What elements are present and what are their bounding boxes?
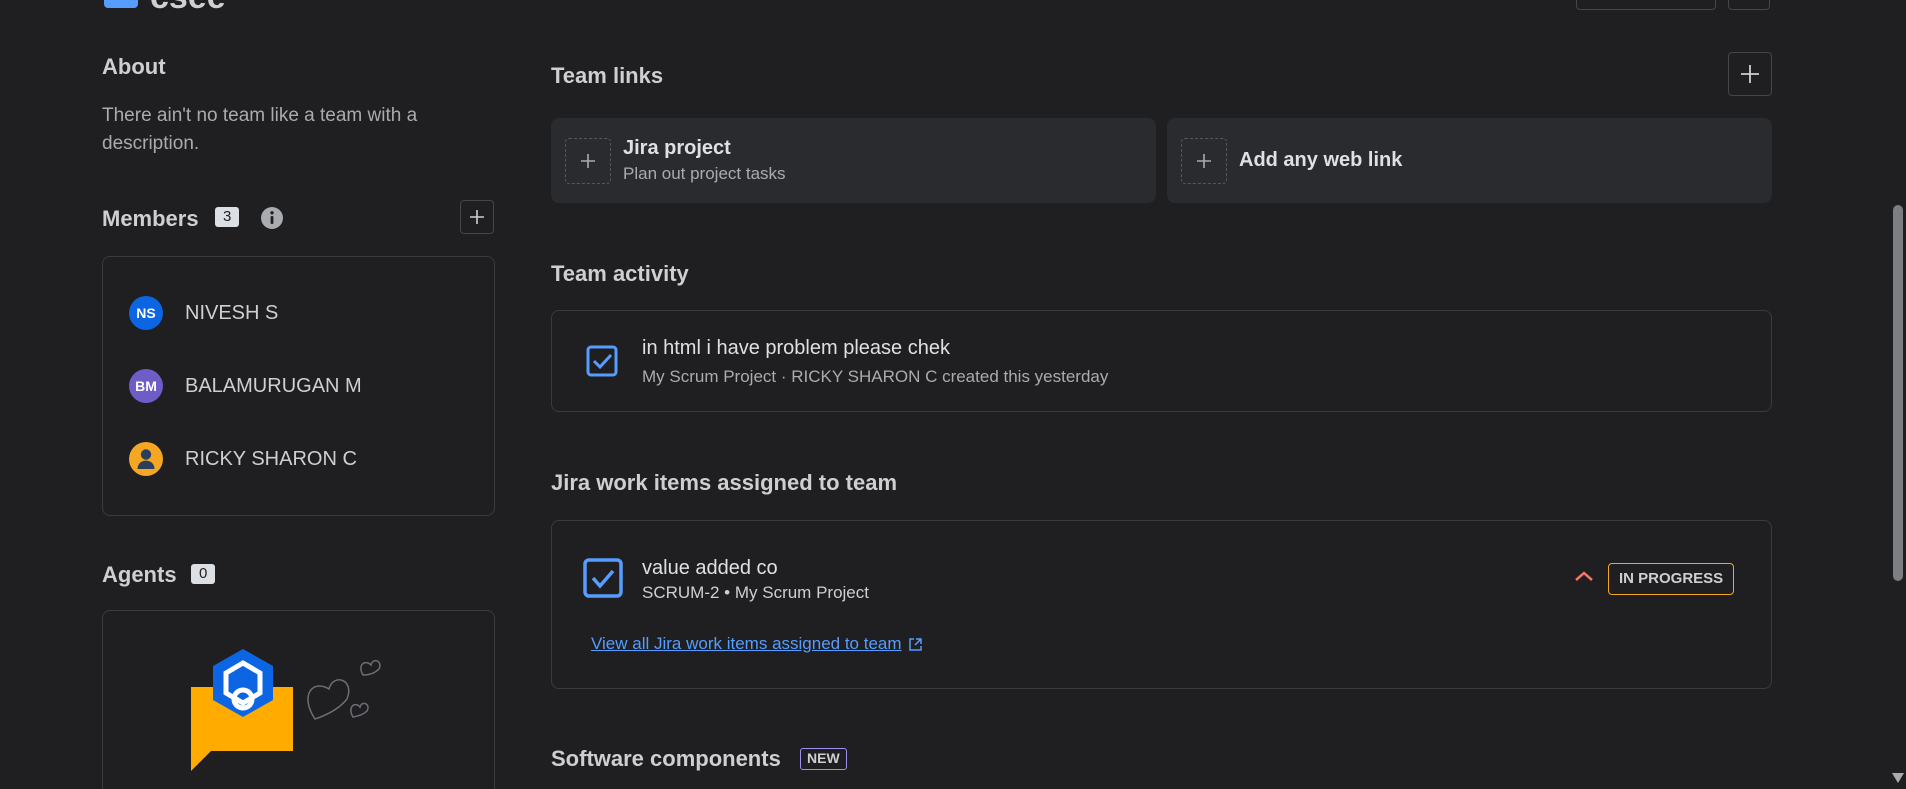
scroll-down-arrow-icon[interactable] [1891, 772, 1905, 784]
avatar [129, 442, 163, 476]
jira-project-link-card[interactable]: Jira project Plan out project tasks [551, 118, 1156, 203]
agent-illustration-icon [191, 649, 381, 771]
member-name: NIVESH S [185, 301, 279, 324]
work-items-heading: Jira work items assigned to team [551, 470, 898, 495]
plus-icon [565, 137, 611, 184]
task-checkbox-icon [583, 558, 623, 598]
avatar: NS [129, 296, 163, 330]
view-all-work-items-link[interactable]: View all Jira work items assigned to tea… [591, 634, 923, 654]
task-checkbox-icon [586, 345, 618, 377]
avatar: BM [129, 369, 163, 403]
link-card-title: Jira project [623, 137, 731, 159]
about-description[interactable]: There ain't no team like a team with a d… [102, 102, 462, 158]
agents-heading: Agents [102, 562, 177, 587]
members-heading: Members [102, 206, 199, 231]
add-web-link-card[interactable]: Add any web link [1167, 118, 1772, 203]
scrollbar-thumb[interactable] [1893, 205, 1903, 581]
work-items-card: value added co SCRUM-2 • My Scrum Projec… [551, 520, 1772, 689]
add-team-link-button[interactable] [1728, 52, 1772, 96]
team-links-heading: Team links [551, 63, 664, 88]
add-member-button[interactable] [460, 200, 494, 234]
agents-empty-state [102, 610, 495, 789]
member-name: RICKY SHARON C [185, 447, 357, 470]
work-item-meta: SCRUM-2 • My Scrum Project [642, 583, 869, 602]
work-item-title[interactable]: value added co [642, 557, 778, 580]
plus-icon [1181, 137, 1227, 184]
software-components-heading: Software components [551, 746, 781, 771]
new-badge: NEW [800, 748, 847, 770]
team-logo-icon [104, 0, 138, 8]
member-item[interactable]: BM BALAMURUGAN M [129, 368, 362, 404]
activity-title[interactable]: in html i have problem please chek [642, 337, 950, 360]
view-all-label: View all Jira work items assigned to tea… [591, 634, 902, 653]
user-icon [137, 449, 155, 469]
status-lozenge[interactable]: IN PROGRESS [1608, 563, 1735, 595]
members-count-badge: 3 [215, 207, 240, 227]
activity-meta: My Scrum Project · RICKY SHARON C create… [642, 367, 1109, 386]
about-heading: About [102, 54, 166, 79]
team-activity-heading: Team activity [551, 261, 689, 286]
header-action-button[interactable] [1576, 0, 1716, 10]
agents-count-badge: 0 [191, 564, 216, 584]
header-more-button[interactable] [1728, 0, 1770, 10]
plus-icon [470, 210, 484, 224]
info-icon[interactable] [260, 206, 284, 230]
members-list: NS NIVESH S BM BALAMURUGAN M RICKY SHARO… [102, 256, 495, 516]
member-item[interactable]: RICKY SHARON C [129, 441, 357, 477]
plus-icon [1741, 65, 1759, 83]
link-card-subtitle: Plan out project tasks [623, 164, 786, 183]
member-item[interactable]: NS NIVESH S [129, 295, 278, 331]
priority-high-icon [1575, 571, 1593, 581]
link-card-title: Add any web link [1239, 149, 1403, 171]
team-name: csee [150, 0, 226, 17]
external-link-icon [908, 637, 922, 651]
activity-item[interactable]: in html i have problem please chek My Sc… [551, 310, 1772, 412]
member-name: BALAMURUGAN M [185, 374, 362, 397]
